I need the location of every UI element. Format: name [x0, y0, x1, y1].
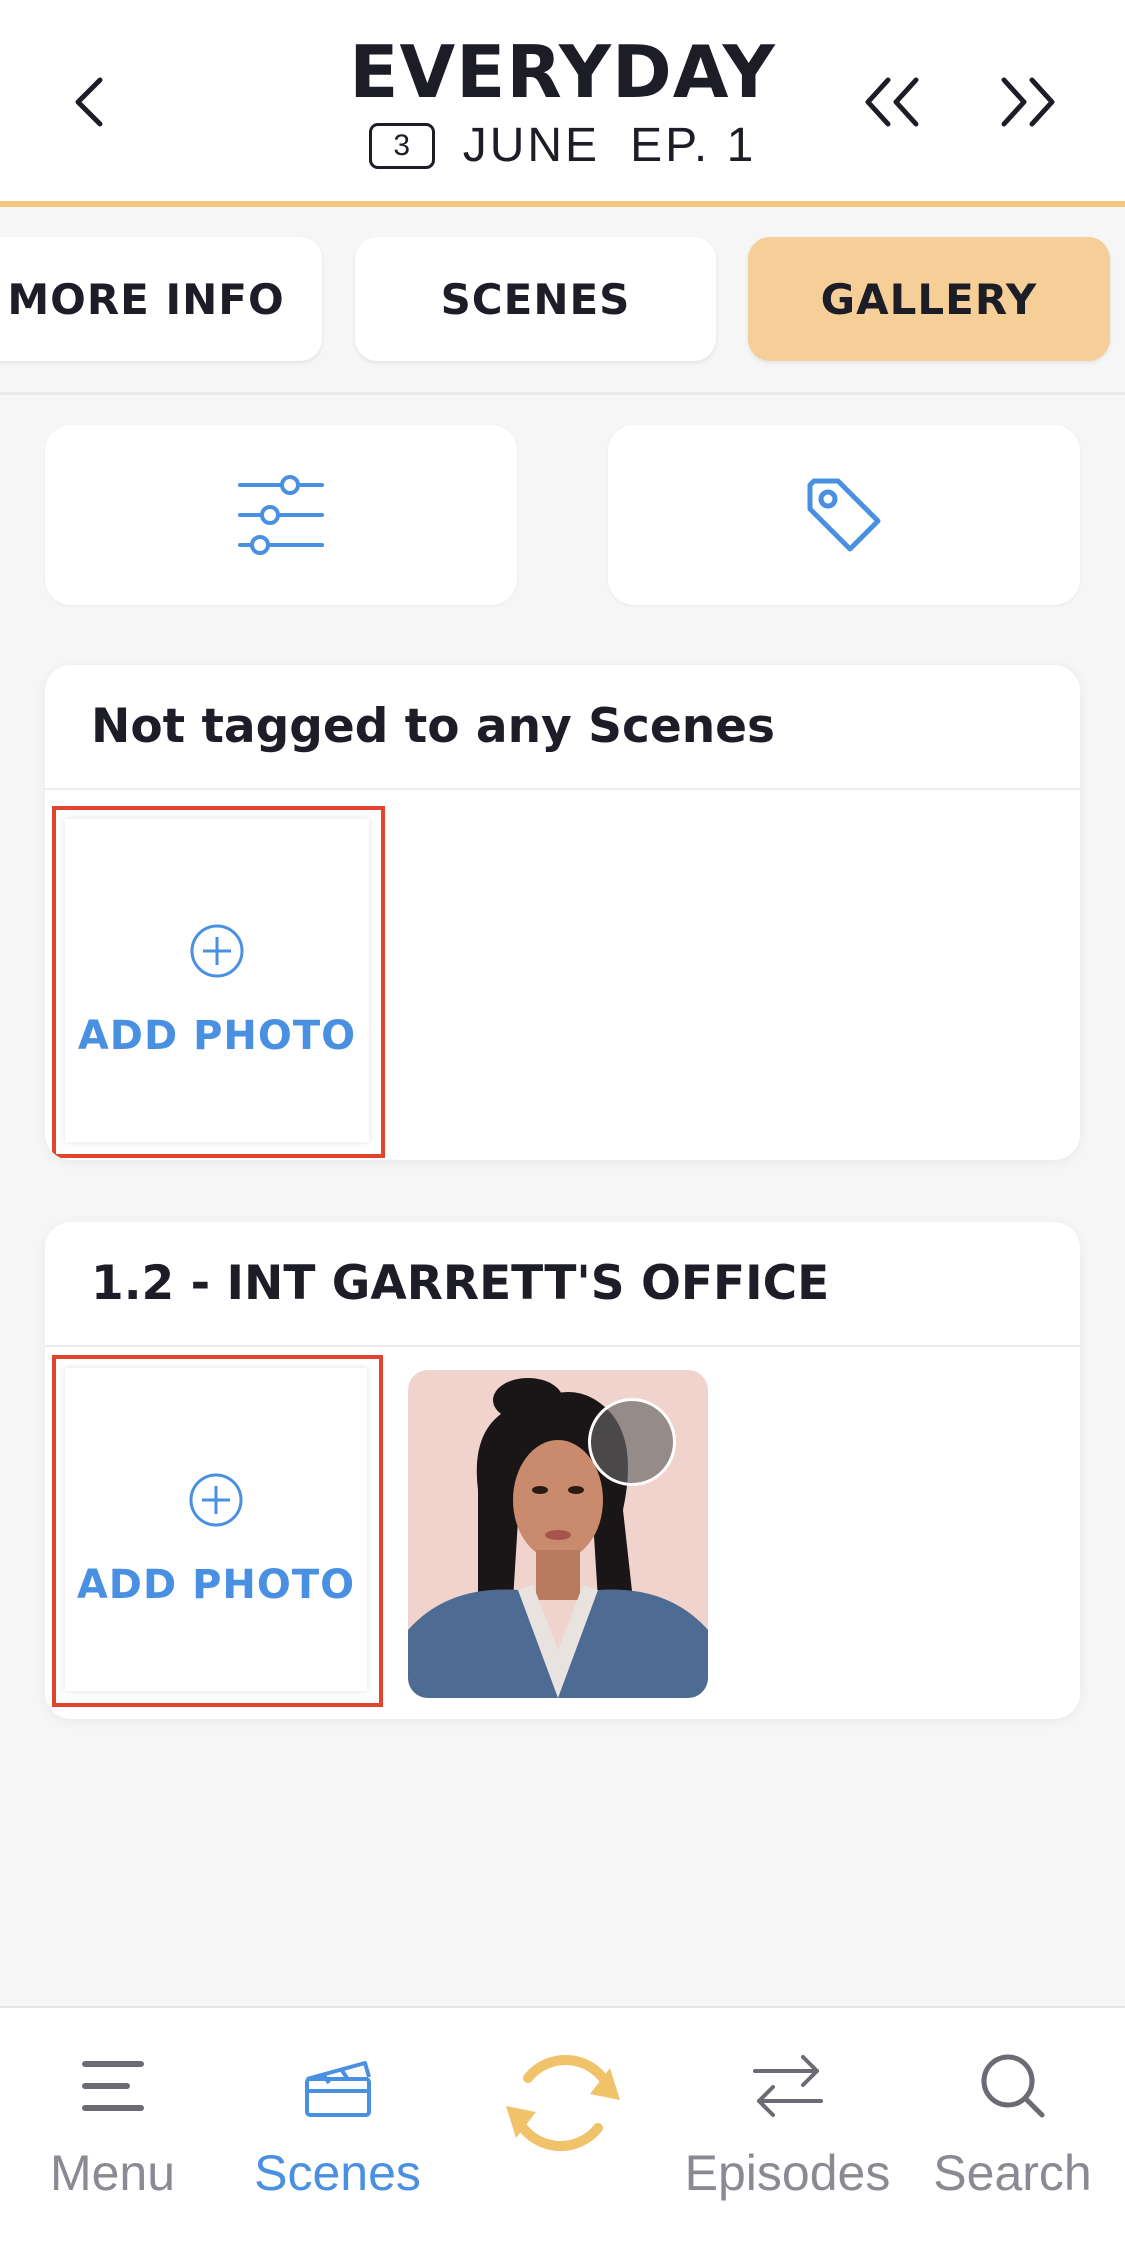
nav-menu[interactable]: Menu — [0, 2008, 225, 2248]
episode-label: EP. 1 — [630, 119, 757, 172]
tag-icon — [807, 478, 881, 552]
nav-menu-label: Menu — [49, 2145, 176, 2201]
scene-photos-section: 1.2 - INT GARRETT'S OFFICE ADD PHOTO — [45, 1222, 1080, 1719]
page-title: EVERYDAY — [349, 30, 776, 114]
tab-bar: MORE INFO SCENES GALLERY — [0, 237, 1125, 365]
highlight-frame: ADD PHOTO — [52, 806, 385, 1158]
clapperboard-icon — [304, 2061, 371, 2117]
nav-search-label: Search — [933, 2145, 1092, 2201]
add-photo-label: ADD PHOTO — [77, 1012, 357, 1059]
sync-button[interactable] — [450, 2008, 675, 2248]
filter-button[interactable] — [45, 425, 517, 605]
section-title: 1.2 - INT GARRETT'S OFFICE — [45, 1222, 1080, 1347]
bottom-navigation: Menu Scenes Episodes Search — [0, 2006, 1125, 2248]
episode-subtitle: 3 JUNE EP. 1 — [0, 118, 1125, 173]
day-badge: 3 — [368, 122, 435, 169]
app-header: EVERYDAY 3 JUNE EP. 1 — [0, 0, 1125, 207]
tab-scenes[interactable]: SCENES — [355, 237, 716, 361]
nav-search[interactable]: Search — [900, 2008, 1125, 2248]
plus-circle-icon — [189, 1473, 243, 1526]
highlight-frame: ADD PHOTO — [52, 1355, 383, 1707]
sync-icon — [505, 2054, 620, 2152]
next-episode-button[interactable] — [998, 72, 1058, 132]
untagged-photos-section: Not tagged to any Scenes ADD PHOTO — [45, 665, 1080, 1160]
sliders-icon — [238, 475, 324, 555]
nav-scenes-label: Scenes — [254, 2145, 421, 2201]
nav-episodes-label: Episodes — [684, 2145, 891, 2201]
add-photo-label: ADD PHOTO — [76, 1561, 356, 1608]
swap-icon — [752, 2055, 823, 2117]
tab-more-info[interactable]: MORE INFO — [0, 237, 322, 361]
search-icon — [981, 2054, 1044, 2118]
nav-scenes[interactable]: Scenes — [225, 2008, 450, 2248]
photo-thumbnail[interactable] — [408, 1370, 708, 1698]
double-chevron-left-icon — [865, 77, 919, 127]
tag-button[interactable] — [608, 425, 1080, 605]
add-photo-button[interactable]: ADD PHOTO — [65, 1368, 367, 1691]
double-chevron-right-icon — [1001, 77, 1055, 127]
section-title: Not tagged to any Scenes — [45, 665, 1080, 790]
previous-episode-button[interactable] — [862, 72, 922, 132]
menu-icon — [81, 2061, 144, 2111]
episode-info: JUNE EP. 1 — [463, 118, 757, 173]
select-photo-toggle[interactable] — [588, 1398, 676, 1486]
add-photo-button[interactable]: ADD PHOTO — [65, 819, 369, 1142]
divider — [0, 392, 1125, 395]
nav-episodes[interactable]: Episodes — [675, 2008, 900, 2248]
month-label: JUNE — [462, 119, 601, 172]
plus-circle-icon — [190, 924, 244, 977]
tab-gallery[interactable]: GALLERY — [748, 237, 1110, 361]
